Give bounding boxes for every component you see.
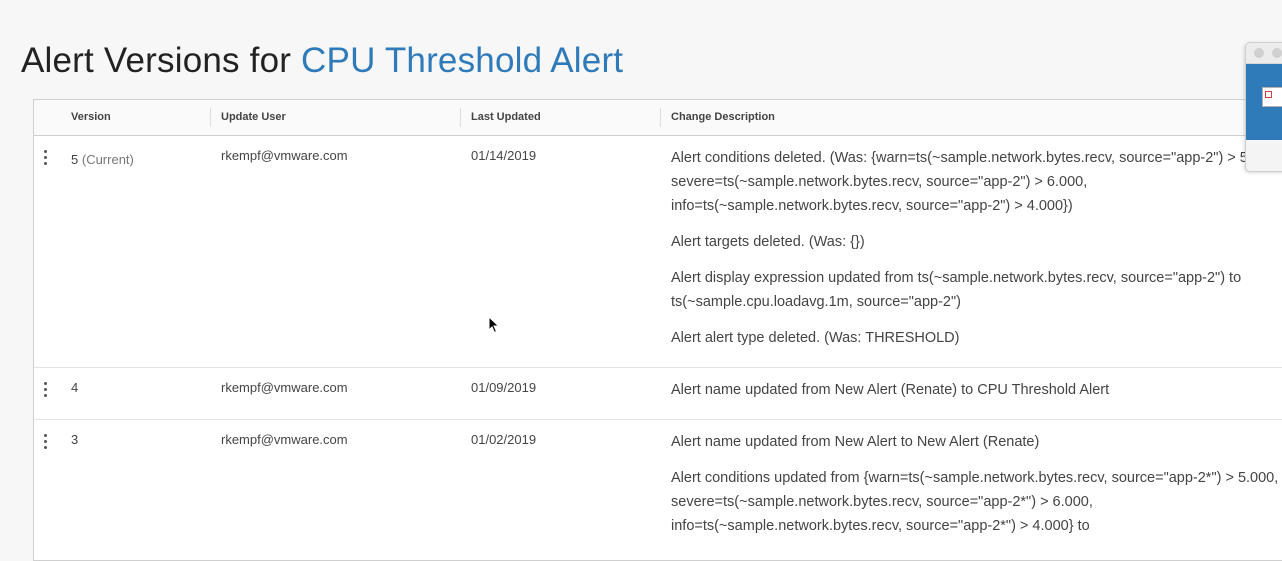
change-item: Alert alert type deleted. (Was: THRESHOL… xyxy=(671,330,960,346)
change-item: Alert name updated from New Alert (Renat… xyxy=(671,382,1110,398)
version-number: 5 xyxy=(71,152,79,167)
table-row[interactable]: 4 rkempf@vmware.com 01/09/2019 Alert nam… xyxy=(34,368,1282,420)
update-user-cell: rkempf@vmware.com xyxy=(221,380,348,395)
last-updated-cell: 01/09/2019 xyxy=(471,380,537,395)
update-user-cell: rkempf@vmware.com xyxy=(221,432,348,447)
alert-name-link[interactable]: CPU Threshold Alert xyxy=(301,41,623,80)
window-minimize-icon[interactable] xyxy=(1272,48,1282,58)
last-updated-cell: 01/14/2019 xyxy=(471,148,537,163)
mouse-pointer-icon xyxy=(488,316,500,334)
table-row[interactable]: 5 (Current) rkempf@vmware.com 01/14/2019… xyxy=(34,136,1282,368)
change-item: Alert display expression updated from ts… xyxy=(671,270,1242,310)
kebab-menu-icon[interactable] xyxy=(43,150,49,168)
column-header-update-user[interactable]: Update User xyxy=(210,100,460,135)
change-item: Alert name updated from New Alert to New… xyxy=(671,434,1040,450)
version-cell: 3 xyxy=(71,432,78,447)
change-item: Alert targets deleted. (Was: {}) xyxy=(671,234,865,250)
update-user-cell: rkempf@vmware.com xyxy=(221,148,348,163)
table-row[interactable]: 3 rkempf@vmware.com 01/02/2019 Alert nam… xyxy=(34,420,1282,560)
change-description-cell: Alert name updated from New Alert to New… xyxy=(671,430,1282,550)
change-item: Alert conditions updated from {warn=ts(~… xyxy=(671,470,1279,534)
page-title: Alert Versions for CPU Threshold Alert xyxy=(21,41,623,81)
version-number: 4 xyxy=(71,380,79,395)
version-number: 3 xyxy=(71,432,79,447)
column-header-version[interactable]: Version xyxy=(60,100,210,135)
kebab-menu-icon[interactable] xyxy=(43,434,49,452)
window-close-icon[interactable] xyxy=(1254,48,1264,58)
last-updated-cell: 01/02/2019 xyxy=(471,432,537,447)
window-titlebar[interactable] xyxy=(1246,43,1282,64)
change-description-cell: Alert conditions deleted. (Was: {warn=ts… xyxy=(671,146,1282,362)
column-header-last-updated[interactable]: Last Updated xyxy=(460,100,660,135)
change-description-cell: Alert name updated from New Alert (Renat… xyxy=(671,378,1282,414)
current-version-badge: (Current) xyxy=(81,152,134,167)
calendar-icon xyxy=(1262,87,1282,107)
page-title-prefix: Alert Versions for xyxy=(21,41,292,81)
floating-window[interactable] xyxy=(1245,42,1282,172)
column-header-change-description[interactable]: Change Description xyxy=(660,100,1260,135)
table-header: Version Update User Last Updated Change … xyxy=(34,100,1282,136)
version-cell: 4 xyxy=(71,380,78,395)
kebab-menu-icon[interactable] xyxy=(43,382,49,400)
alert-versions-table: Version Update User Last Updated Change … xyxy=(33,99,1282,561)
change-item: Alert conditions deleted. (Was: {warn=ts… xyxy=(671,150,1281,214)
version-cell: 5 (Current) xyxy=(71,152,134,167)
